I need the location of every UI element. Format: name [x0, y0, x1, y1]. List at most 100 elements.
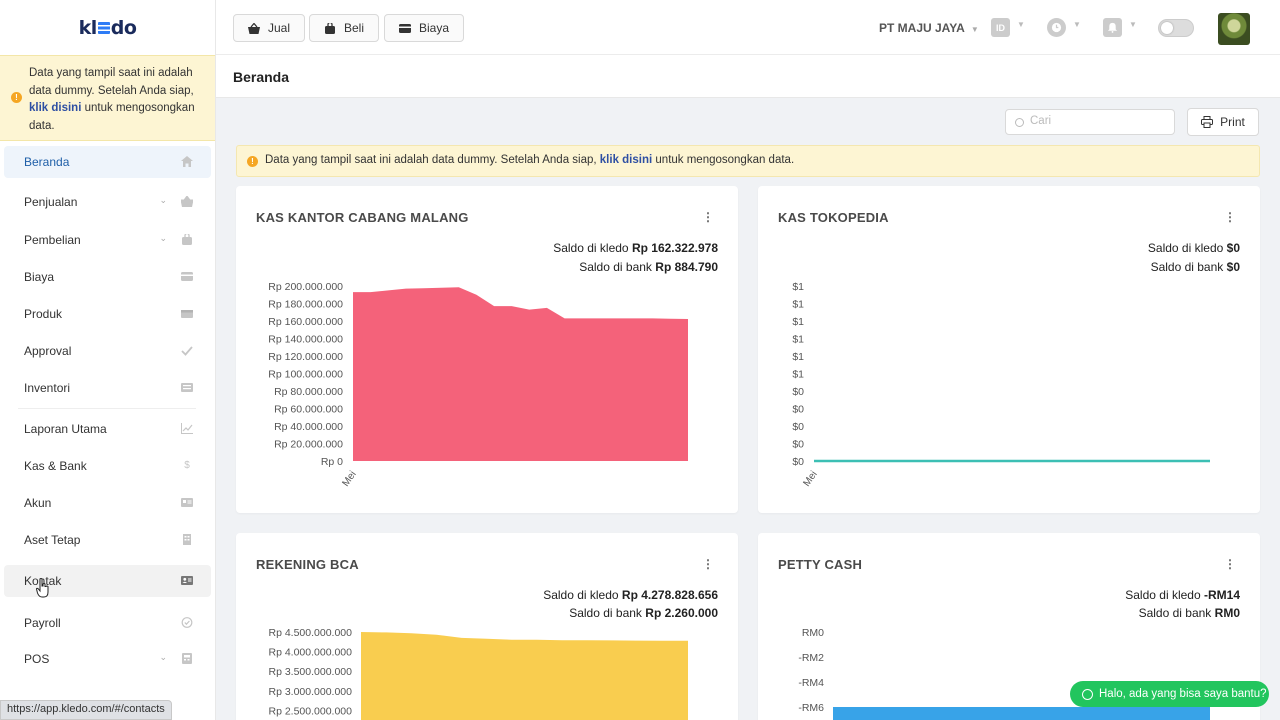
- y-tick-label: $1: [792, 369, 804, 381]
- y-tick-label: Rp 140.000.000: [268, 334, 343, 346]
- hand-cursor-icon: [36, 578, 49, 598]
- sidebar-item-approval[interactable]: Approval: [4, 335, 211, 367]
- chart-icon: [181, 423, 193, 434]
- y-tick-label: Rp 60.000.000: [274, 404, 343, 416]
- inventory-icon: [181, 383, 193, 392]
- x-tick-label: Mei: [801, 469, 819, 489]
- card-icon: [181, 272, 193, 281]
- sidebar-item-aset-tetap[interactable]: Aset Tetap: [4, 524, 211, 556]
- y-tick-label: $0: [792, 421, 804, 433]
- account-icon: [181, 498, 193, 507]
- company-name: PT MAJU JAYA: [879, 21, 965, 35]
- sidebar-item-kas-bank[interactable]: Kas & Bank $: [4, 450, 211, 482]
- print-button[interactable]: Print: [1187, 108, 1259, 136]
- y-tick-label: $1: [792, 299, 804, 311]
- sidebar-item-label: Pembelian: [24, 233, 81, 247]
- sidebar-item-beranda[interactable]: Beranda: [4, 146, 211, 178]
- sidebar-item-label: Approval: [24, 344, 72, 358]
- y-tick-label: $1: [792, 351, 804, 363]
- sidebar-item-pembelian[interactable]: Pembelian ⌄: [4, 224, 211, 256]
- series-area: [361, 632, 688, 720]
- series-area: [353, 287, 688, 461]
- y-tick-label: $1: [792, 316, 804, 328]
- y-tick-label: Rp 3.000.000.000: [269, 686, 353, 698]
- biaya-button[interactable]: Biaya: [384, 14, 465, 42]
- whatsapp-icon: [1082, 688, 1093, 700]
- chevron-down-icon[interactable]: ⌄: [159, 195, 167, 206]
- clear-data-link[interactable]: klik disini: [29, 102, 81, 114]
- y-tick-label: $0: [792, 439, 804, 451]
- balance-chart: Rp 200.000.000 Rp 180.000.000 Rp 160.000.0…: [268, 281, 688, 489]
- home-icon: [181, 156, 193, 167]
- contact-icon: [181, 576, 193, 585]
- bell-shape: [1107, 22, 1118, 33]
- y-tick-label: RM0: [802, 627, 824, 639]
- clock-icon[interactable]: [1047, 18, 1066, 37]
- y-tick-label: Rp 4.500.000.000: [269, 627, 353, 639]
- chevron-down-icon[interactable]: ⌄: [159, 652, 167, 663]
- language-selector[interactable]: ID: [991, 18, 1010, 37]
- sidebar-item-penjualan[interactable]: Penjualan ⌄: [4, 186, 211, 218]
- y-tick-label: Rp 3.500.000.000: [269, 666, 353, 678]
- account-card-kas-kantor-cabang-malang: KAS KANTOR CABANG MALANG ⋮ Saldo di kled…: [236, 186, 738, 513]
- card-icon: [399, 23, 411, 33]
- sidebar-item-produk[interactable]: Produk: [4, 298, 211, 330]
- y-tick-label: $0: [792, 456, 804, 468]
- dollar-icon: $: [184, 460, 190, 471]
- warning-icon: !: [11, 92, 22, 103]
- sidebar-item-label: Penjualan: [24, 195, 78, 209]
- check-icon: [181, 346, 193, 356]
- toggle-knob: [1161, 22, 1173, 34]
- account-card-kas-tokopedia: KAS TOKOPEDIA ⋮ Saldo di kledo $0 Saldo …: [758, 186, 1260, 513]
- page-title: Beranda: [216, 55, 1280, 98]
- sidebar-item-label: Laporan Utama: [24, 422, 107, 436]
- sidebar-item-inventori[interactable]: Inventori: [4, 372, 211, 404]
- chevron-down-icon[interactable]: ⌄: [159, 233, 167, 244]
- series-area: [833, 707, 1210, 720]
- y-tick-label: Rp 2.500.000.000: [269, 705, 353, 717]
- sidebar-item-label: Kas & Bank: [24, 459, 87, 473]
- logo-text-end: do: [110, 16, 137, 39]
- beli-button[interactable]: Beli: [309, 14, 380, 42]
- bell-icon[interactable]: [1103, 18, 1122, 37]
- sidebar-item-pos[interactable]: POS ⌄: [4, 643, 211, 675]
- y-tick-label: Rp 120.000.000: [268, 351, 343, 363]
- y-tick-label: -RM2: [798, 652, 824, 664]
- sidebar-item-label: Beranda: [24, 155, 70, 169]
- y-tick-label: Rp 40.000.000: [274, 421, 343, 433]
- y-tick-label: Rp 80.000.000: [274, 386, 343, 398]
- caret-down-icon: ▼: [1129, 20, 1137, 29]
- top-bar: Jual Beli Biaya PT MAJU JAYA ▼ ID ▼ ▼ ▼: [216, 0, 1280, 55]
- y-tick-label: -RM6: [798, 702, 824, 714]
- kledo-logo[interactable]: kl do: [0, 0, 215, 55]
- balance-chart: $1$1$1$1$1$1$0$0$0$0$0Mei: [792, 281, 1210, 489]
- sidebar-item-akun[interactable]: Akun: [4, 487, 211, 519]
- sidebar-item-biaya[interactable]: Biaya: [4, 261, 211, 293]
- caret-down-icon: ▼: [1017, 20, 1025, 29]
- company-selector[interactable]: PT MAJU JAYA ▼: [879, 21, 979, 35]
- search-icon: [1015, 118, 1024, 127]
- printer-icon: [1201, 116, 1214, 128]
- dark-mode-toggle[interactable]: [1158, 19, 1194, 37]
- print-label: Print: [1220, 115, 1245, 129]
- search-input[interactable]: Cari: [1005, 109, 1175, 135]
- account-card-rekening-bca: REKENING BCA ⋮ Saldo di kledo Rp 4.278.8…: [236, 533, 738, 720]
- clear-data-link[interactable]: klik disini: [600, 154, 652, 166]
- logo-text-start: kl: [78, 16, 98, 39]
- sidebar-item-laporan-utama[interactable]: Laporan Utama: [4, 413, 211, 445]
- avatar[interactable]: [1218, 13, 1250, 45]
- whatsapp-chat-button[interactable]: Halo, ada yang bisa saya bantu?: [1070, 681, 1269, 707]
- beli-label: Beli: [344, 21, 365, 35]
- payroll-icon: [181, 617, 193, 628]
- caret-down-icon: ▼: [970, 25, 979, 34]
- basket-icon: [181, 196, 193, 207]
- sidebar-item-payroll[interactable]: Payroll: [4, 607, 211, 639]
- y-tick-label: $0: [792, 404, 804, 416]
- building-icon: [183, 534, 191, 545]
- x-tick-label: Mei: [340, 469, 358, 489]
- sidebar-item-label: Inventori: [24, 381, 71, 395]
- jual-button[interactable]: Jual: [233, 14, 306, 42]
- pos-icon: [182, 653, 192, 664]
- sidebar-item-label: POS: [24, 652, 50, 666]
- sidebar-item-label: Produk: [24, 307, 63, 321]
